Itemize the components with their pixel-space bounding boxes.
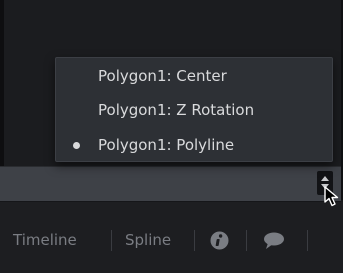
- menu-item-label: Polygon1: Z Rotation: [98, 101, 255, 119]
- tab-spline[interactable]: Spline: [125, 220, 171, 260]
- control-popup-menu: Polygon1: Center Polygon1: Z Rotation Po…: [55, 57, 333, 162]
- selected-bullet-icon: [73, 142, 80, 149]
- toolbar-divider: [307, 230, 308, 251]
- toolbar-divider: [194, 230, 195, 251]
- control-selector-bar[interactable]: [0, 166, 341, 202]
- info-icon[interactable]: [210, 231, 229, 254]
- menu-item-label: Polygon1: Polyline: [98, 136, 235, 154]
- comment-icon[interactable]: [263, 231, 285, 254]
- menu-item-center[interactable]: Polygon1: Center: [56, 64, 332, 88]
- menu-item-label: Polygon1: Center: [98, 67, 227, 85]
- menu-item-z-rotation[interactable]: Polygon1: Z Rotation: [56, 98, 332, 122]
- bottom-toolbar: Timeline Spline: [0, 202, 343, 273]
- toolbar-divider: [246, 230, 247, 251]
- tab-timeline[interactable]: Timeline: [13, 220, 77, 260]
- toolbar-row: Timeline Spline: [0, 220, 343, 260]
- toolbar-divider: [111, 230, 112, 251]
- mouse-cursor-icon: [324, 186, 343, 212]
- menu-item-polyline[interactable]: Polygon1: Polyline: [56, 133, 332, 157]
- arrow-up-icon[interactable]: [321, 176, 329, 181]
